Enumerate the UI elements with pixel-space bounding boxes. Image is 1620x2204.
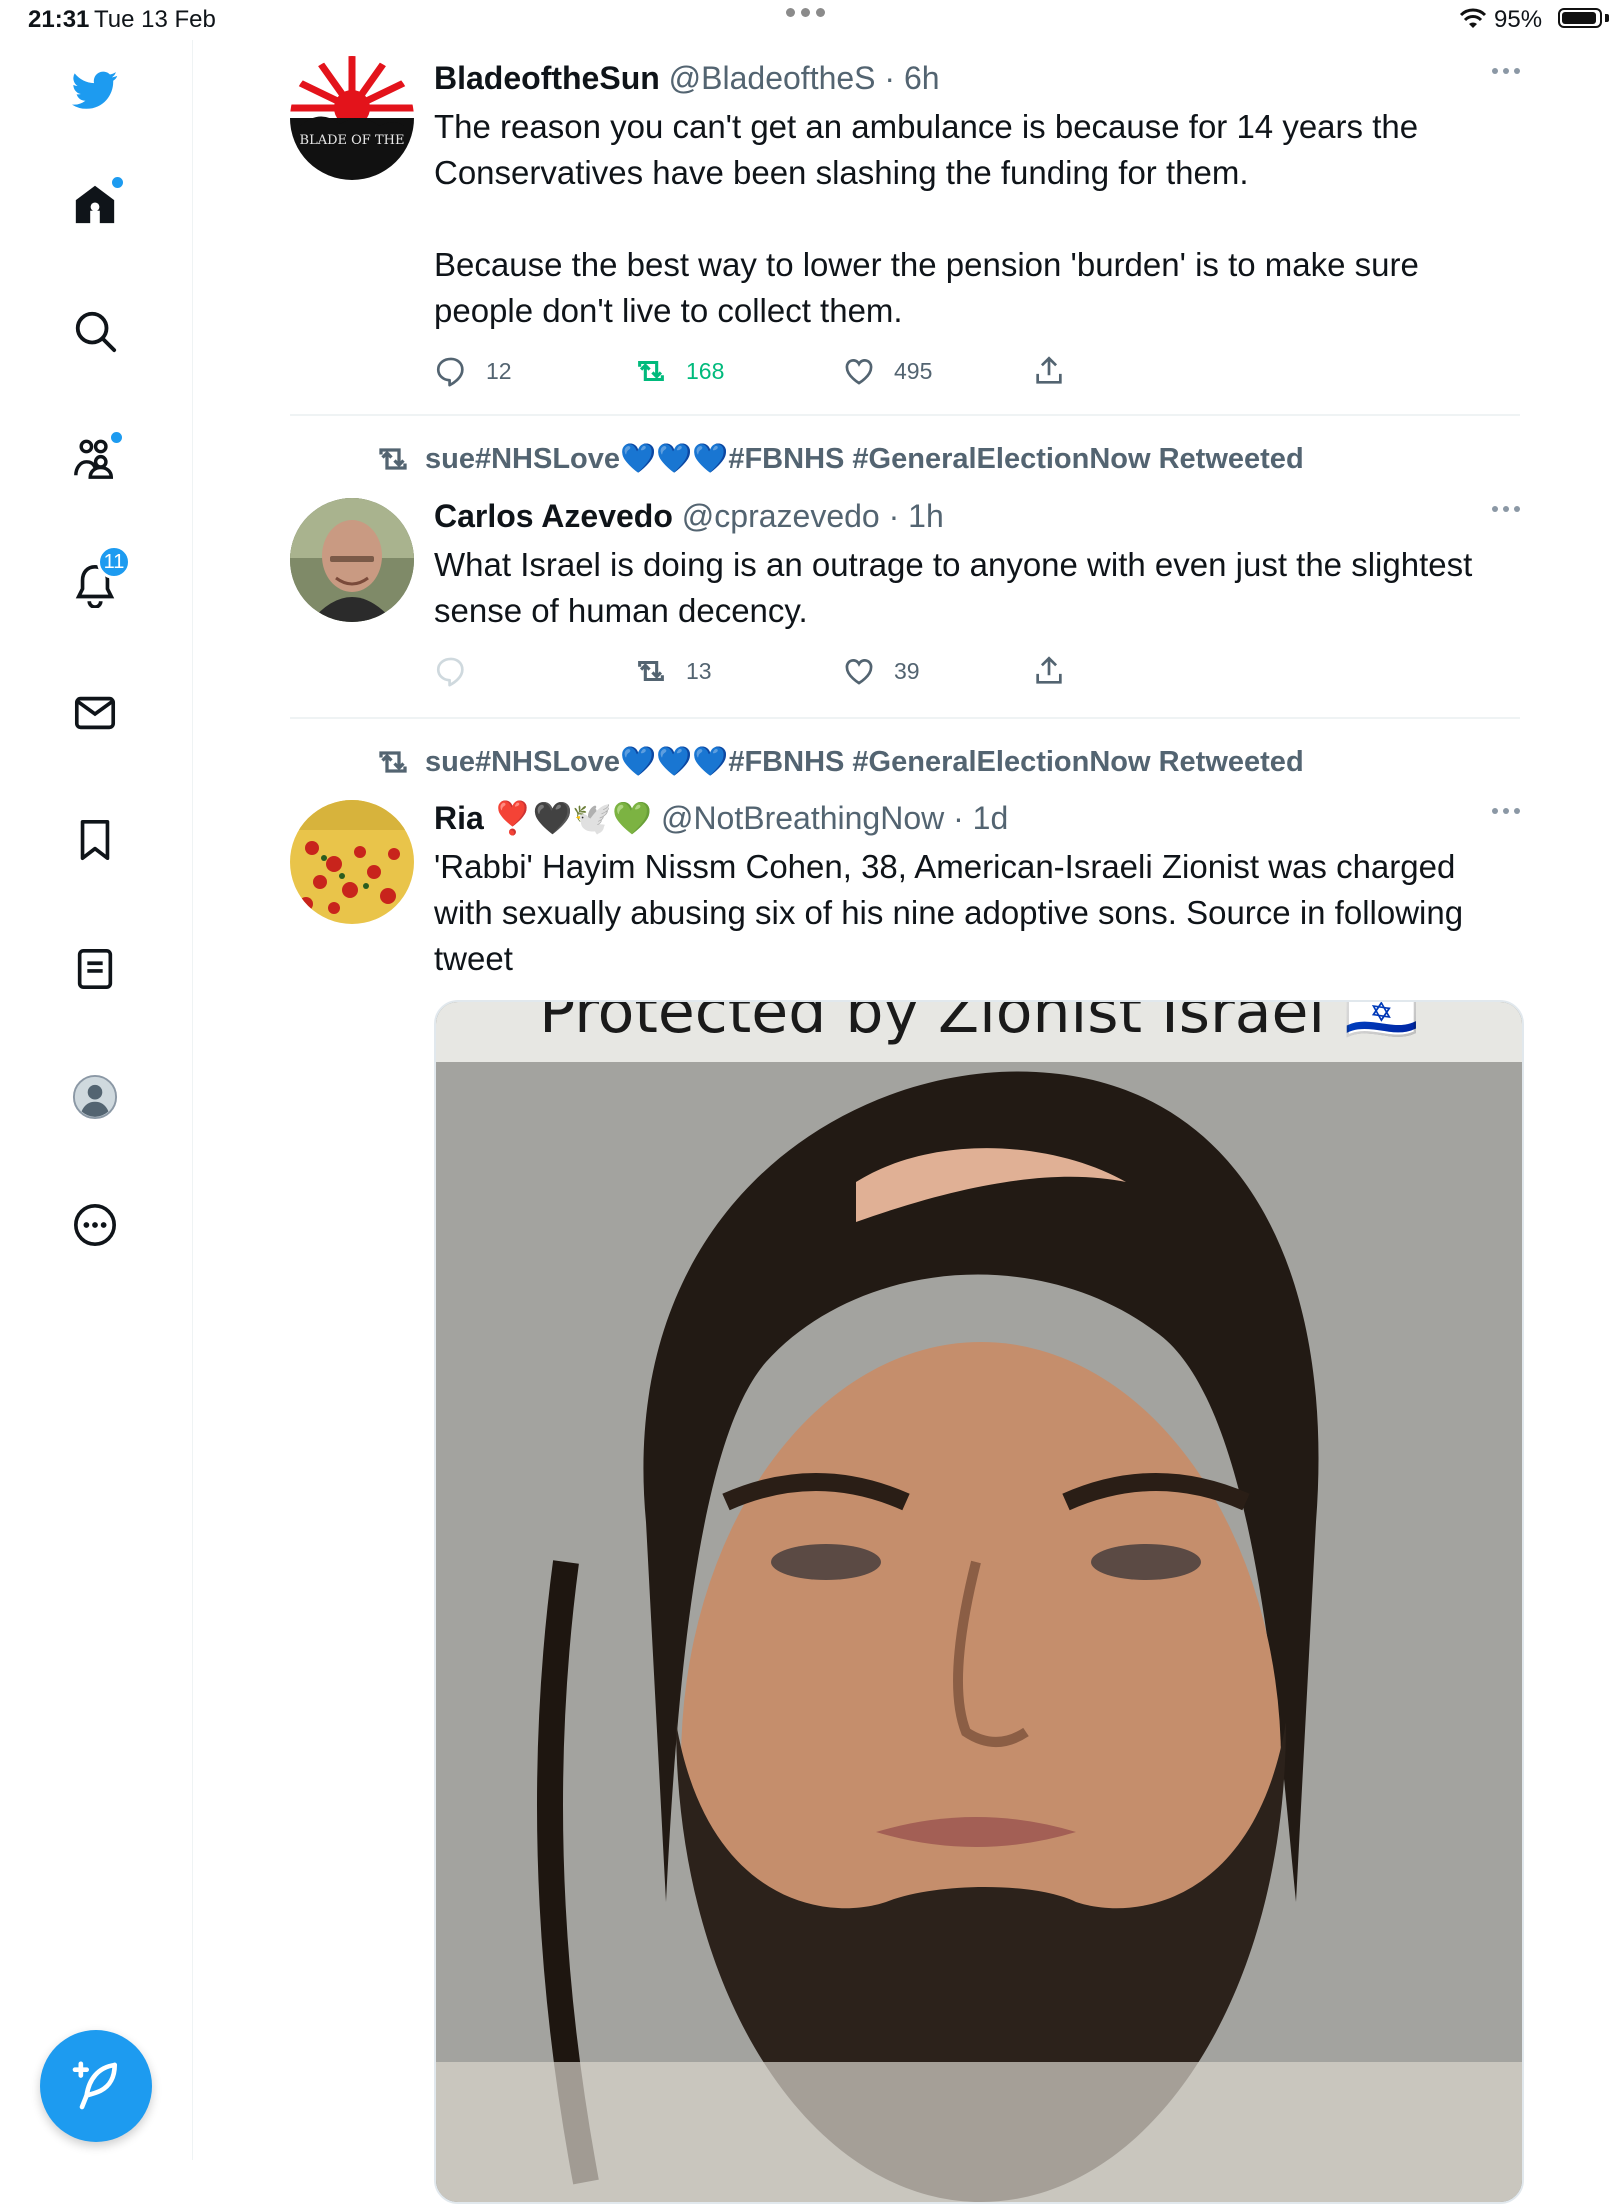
- battery-cap: [1605, 14, 1609, 22]
- tweet-divider: [290, 414, 1520, 416]
- tweet-divider: [290, 717, 1520, 719]
- retweeted-by-text: sue#NHSLove💙💙💙#FBNHS #GeneralElectionNow…: [425, 746, 1304, 778]
- share-icon: [1036, 656, 1062, 684]
- tweet-header: Ria ❣️🖤🕊️💚 @NotBreathingNow · 1d: [434, 800, 1009, 836]
- wifi-icon: [1459, 8, 1487, 28]
- tweet-actions: 12 168 495: [434, 354, 1520, 398]
- more-icon[interactable]: [55, 1185, 135, 1265]
- retweeted-by-text: sue#NHSLove💙💙💙#FBNHS #GeneralElectionNow…: [425, 443, 1304, 475]
- battery-percent: 95%: [1494, 6, 1543, 33]
- retweet-icon: [638, 360, 664, 382]
- tweet-media-image[interactable]: Protected by Zionist Israel 🇮🇱: [434, 1000, 1524, 2204]
- tweet-body: Ria ❣️🖤🕊️💚 @NotBreathingNow · 1d 'Rabbi'…: [434, 796, 1520, 982]
- author-name[interactable]: BladeoftheSun: [434, 60, 660, 96]
- notification-count-badge: 11: [97, 545, 131, 579]
- more-options-icon[interactable]: [1492, 506, 1520, 512]
- avatar[interactable]: [290, 800, 414, 924]
- home-unread-dot: [110, 175, 125, 190]
- tweet[interactable]: Carlos Azevedo @cprazevedo · 1h What Isr…: [290, 494, 1520, 694]
- retweet-icon: [638, 660, 664, 682]
- tweet-text: 'Rabbi' Hayim Nissm Cohen, 38, American-…: [434, 848, 1464, 977]
- notifications-icon[interactable]: 11: [55, 545, 135, 625]
- author-handle[interactable]: @NotBreathingNow: [661, 800, 944, 836]
- more-options-icon[interactable]: [1492, 68, 1520, 74]
- tweet-actions: 13 39: [434, 654, 1520, 698]
- multitasking-dots-icon[interactable]: [786, 8, 825, 17]
- heart-icon: [845, 659, 873, 685]
- search-icon[interactable]: [55, 291, 135, 371]
- twitter-logo-icon[interactable]: [55, 50, 135, 130]
- lists-icon[interactable]: [55, 929, 135, 1009]
- communities-icon[interactable]: [55, 418, 135, 498]
- reply-count: 12: [486, 357, 512, 384]
- author-handle[interactable]: @cprazevedo: [682, 498, 880, 534]
- more-options-icon[interactable]: [1492, 808, 1520, 814]
- sidebar: 11: [0, 40, 193, 2160]
- retweet-icon: [379, 448, 407, 470]
- like-button[interactable]: 39: [842, 654, 920, 688]
- tweet-text: The reason you can't get an ambulance is…: [434, 108, 1419, 191]
- bookmarks-icon[interactable]: [55, 800, 135, 880]
- retweeted-by-label[interactable]: sue#NHSLove💙💙💙#FBNHS #GeneralElectionNow…: [375, 744, 1304, 780]
- communities-unread-dot: [109, 430, 124, 445]
- retweeted-by-label[interactable]: sue#NHSLove💙💙💙#FBNHS #GeneralElectionNow…: [375, 441, 1304, 477]
- retweet-count: 168: [686, 357, 725, 384]
- tweet-text: What Israel is doing is an outrage to an…: [434, 546, 1473, 629]
- reply-icon: [436, 657, 464, 687]
- author-handle[interactable]: @BladeoftheS: [669, 60, 876, 96]
- author-name[interactable]: Ria: [434, 800, 484, 836]
- reply-button[interactable]: 12: [434, 354, 512, 388]
- compose-tweet-button[interactable]: [40, 2030, 152, 2142]
- share-button[interactable]: [1032, 654, 1066, 688]
- avatar[interactable]: [290, 498, 414, 622]
- tweet-body: BladeoftheSun @BladeoftheS · 6h The reas…: [434, 56, 1520, 398]
- status-bar: 21:31 Tue 13 Feb 95%: [0, 0, 1620, 40]
- messages-icon[interactable]: [55, 673, 135, 753]
- heart-icon: [845, 359, 873, 385]
- tweet-text: Because the best way to lower the pensio…: [434, 246, 1419, 329]
- retweet-icon: [379, 751, 407, 773]
- reply-button[interactable]: [434, 654, 486, 688]
- share-icon: [1036, 356, 1062, 384]
- author-name[interactable]: Carlos Azevedo: [434, 498, 673, 534]
- profile-icon[interactable]: [55, 1057, 135, 1137]
- avatar[interactable]: BLADE OF THE: [290, 56, 414, 180]
- status-time: 21:31: [28, 6, 90, 33]
- like-count: 495: [894, 357, 933, 384]
- tweet-body: Carlos Azevedo @cprazevedo · 1h What Isr…: [434, 494, 1520, 698]
- tweet-header: Carlos Azevedo @cprazevedo · 1h: [434, 498, 944, 534]
- media-caption: Protected by Zionist Israel 🇮🇱: [539, 1000, 1419, 1047]
- status-date: Tue 13 Feb: [94, 6, 216, 33]
- home-icon[interactable]: [55, 164, 135, 244]
- tweet-time[interactable]: 6h: [904, 60, 940, 96]
- tweet[interactable]: BLADE OF THE BladeoftheSun @BladeoftheS …: [290, 56, 1520, 396]
- like-count: 39: [894, 657, 920, 684]
- tweet-time[interactable]: 1d: [973, 800, 1009, 836]
- like-button[interactable]: 495: [842, 354, 932, 388]
- author-name-emoji: ❣️🖤🕊️💚: [492, 800, 653, 836]
- tweet-header: BladeoftheSun @BladeoftheS · 6h: [434, 60, 940, 96]
- media-photo: [436, 1002, 1522, 2202]
- retweet-button[interactable]: 168: [634, 354, 724, 388]
- retweet-count: 13: [686, 657, 712, 684]
- tweet-time[interactable]: 1h: [908, 498, 944, 534]
- battery-icon: [1558, 8, 1602, 28]
- reply-icon: [436, 357, 464, 387]
- compose-tweet-icon: [72, 2061, 117, 2110]
- avatar-text: BLADE OF THE: [300, 133, 405, 148]
- retweet-button[interactable]: 13: [634, 654, 712, 688]
- tweet[interactable]: Ria ❣️🖤🕊️💚 @NotBreathingNow · 1d 'Rabbi'…: [290, 796, 1520, 996]
- share-button[interactable]: [1032, 354, 1066, 388]
